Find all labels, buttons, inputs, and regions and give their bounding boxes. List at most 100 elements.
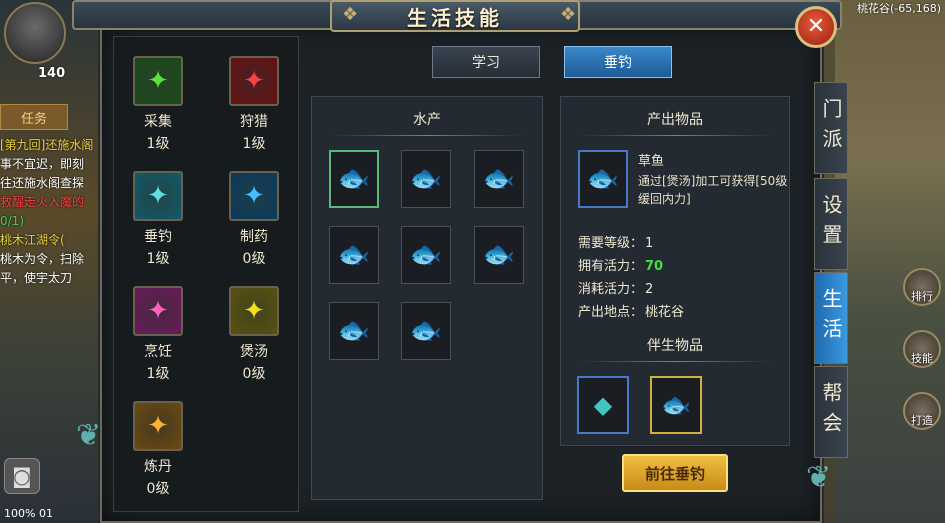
tab-fishing[interactable]: 垂钓 — [564, 46, 672, 78]
fish-slot[interactable]: 🐟 — [329, 226, 379, 284]
stat-row: 消耗活力： 2 — [578, 278, 653, 297]
quest-line: 平，使宇太刀 — [0, 271, 73, 285]
side-tab[interactable]: 帮会 — [814, 366, 848, 458]
skill-name: 制药 — [240, 229, 268, 245]
fish-slot[interactable]: 🐟 — [401, 150, 451, 208]
byproduct-slot[interactable]: ◆ — [577, 376, 629, 434]
stat-value: 2 — [645, 282, 654, 297]
skill-item[interactable]: ✦ 煲汤 0级 — [224, 286, 284, 383]
plant-decoration-icon: ❦ — [76, 418, 102, 453]
stat-value: 1 — [645, 236, 654, 251]
quest-tab[interactable]: 任务 — [0, 104, 68, 130]
side-tab[interactable]: 门派 — [814, 82, 848, 174]
skill-item[interactable]: ✦ 烹饪 1级 — [128, 286, 188, 383]
fish-slot[interactable]: 🐟 — [474, 150, 524, 208]
skill-item[interactable]: ✦ 制药 0级 — [224, 171, 284, 268]
player-avatar[interactable] — [4, 2, 66, 64]
byproduct-slot[interactable]: 🐟 — [650, 376, 702, 434]
title-plate: 生活技能 — [330, 0, 580, 32]
skill-item[interactable]: ✦ 垂钓 1级 — [128, 171, 188, 268]
panel-title: 生活技能 — [407, 5, 503, 30]
aquatic-title: 水产 — [413, 112, 441, 128]
plant-decoration-icon: ❦ — [806, 460, 832, 495]
skill-item[interactable]: ✦ 采集 1级 — [128, 56, 188, 153]
fish-slot[interactable]: 🐟 — [329, 302, 379, 360]
side-tab[interactable]: 设置 — [814, 178, 848, 270]
skill-button[interactable]: 技能 — [903, 330, 941, 368]
product-slot[interactable]: 🐟 — [578, 150, 628, 208]
alchemy-icon: ✦ — [133, 401, 183, 451]
close-icon: ✕ — [806, 14, 826, 39]
skill-level: 1级 — [146, 251, 170, 267]
quest-line: [第九回]还施水阁 — [0, 138, 94, 152]
quest-line: 桃木为令，扫除 — [0, 252, 85, 266]
grass-carp-icon: 🐟 — [586, 164, 620, 194]
fish-icon: 🐟 — [337, 240, 371, 270]
close-button[interactable]: ✕ — [795, 6, 837, 48]
ranking-label: 排行 — [911, 290, 933, 303]
quest-line: 事不宜迟，即刻 — [0, 157, 85, 171]
stat-label: 拥有活力： — [578, 259, 644, 274]
stat-label: 消耗活力： — [578, 282, 644, 297]
skill-name: 炼丹 — [144, 459, 172, 475]
fish-icon: 🐟 — [409, 240, 443, 270]
map-coordinates: 桃花谷(-65,168) — [856, 2, 941, 15]
fish-icon: 🐟 — [482, 164, 516, 194]
aquatic-divider — [332, 135, 522, 136]
quest-tracker[interactable]: [第九回]还施水阁 事不宜迟，即刻 往还施水阁查探 救醒走火入魔的 0/1) 桃木江湖令(… — [0, 136, 108, 288]
forge-button[interactable]: 打造 — [903, 392, 941, 430]
product-description: 通过[煲汤]加工可获得[50级缓回内力] — [638, 174, 788, 206]
player-level: 140 — [38, 66, 66, 81]
output-title: 产出物品 — [647, 112, 703, 128]
product-name: 草鱼 — [638, 154, 665, 169]
ornament-right-icon: ❖ — [560, 4, 577, 25]
tab-learn[interactable]: 学习 — [432, 46, 540, 78]
stat-row: 需要等级： 1 — [578, 232, 653, 251]
skill-name: 烹饪 — [144, 344, 172, 360]
ornament-left-icon: ❖ — [342, 4, 359, 25]
skill-name: 狩猎 — [240, 114, 268, 130]
side-tab[interactable]: 生活 — [814, 272, 848, 364]
stat-label: 需要等级： — [578, 236, 644, 251]
fish-slot[interactable]: 🐟 — [474, 226, 524, 284]
skill-level: 1级 — [242, 136, 266, 152]
fish-icon: 🐟 — [409, 316, 443, 346]
gather-icon: ✦ — [133, 56, 183, 106]
skill-label: 技能 — [911, 352, 933, 365]
quest-line: 救醒走火入魔的 — [0, 195, 85, 209]
crystal-icon: ◆ — [593, 391, 613, 419]
stat-row: 拥有活力： 70 — [578, 255, 663, 274]
skill-item[interactable]: ✦ 炼丹 0级 — [128, 401, 188, 498]
fish-icon: 🐟 — [337, 316, 371, 346]
fish-slot[interactable]: 🐟 — [401, 226, 451, 284]
stat-value: 桃花谷 — [645, 305, 685, 320]
byproduct-divider — [581, 361, 771, 362]
stat-row: 产出地点： 桃花谷 — [578, 301, 684, 320]
go-fishing-button[interactable]: 前往垂钓 — [622, 454, 728, 492]
stat-label: 产出地点： — [578, 305, 644, 320]
skill-level: 0级 — [242, 366, 266, 382]
world-right-strip — [835, 0, 945, 523]
skill-item[interactable]: ✦ 狩猎 1级 — [224, 56, 284, 153]
skill-name: 采集 — [144, 114, 172, 130]
side-tab-label: 设置 — [819, 194, 843, 254]
side-tab-label: 帮会 — [819, 382, 843, 442]
fish-slot[interactable]: 🐟 — [329, 150, 379, 208]
stat-value: 70 — [645, 259, 664, 274]
grass-carp-icon: 🐟 — [337, 164, 371, 194]
skill-level: 0级 — [242, 251, 266, 267]
byproduct-title: 伴生物品 — [647, 338, 703, 354]
fish-icon: 🐟 — [409, 164, 443, 194]
ranking-button[interactable]: 排行 — [903, 268, 941, 306]
skill-level: 1级 — [146, 366, 170, 382]
skill-name: 垂钓 — [144, 229, 172, 245]
fish-slot[interactable]: 🐟 — [401, 302, 451, 360]
camera-icon[interactable]: ◙ — [4, 458, 40, 494]
skill-level: 1级 — [146, 136, 170, 152]
hunt-icon: ✦ — [229, 56, 279, 106]
fish-icon: 🐟 — [482, 240, 516, 270]
side-tab-label: 门派 — [819, 98, 843, 158]
side-tab-label: 生活 — [819, 288, 843, 348]
quest-line: 0/1) — [0, 214, 24, 228]
output-divider — [581, 135, 771, 136]
